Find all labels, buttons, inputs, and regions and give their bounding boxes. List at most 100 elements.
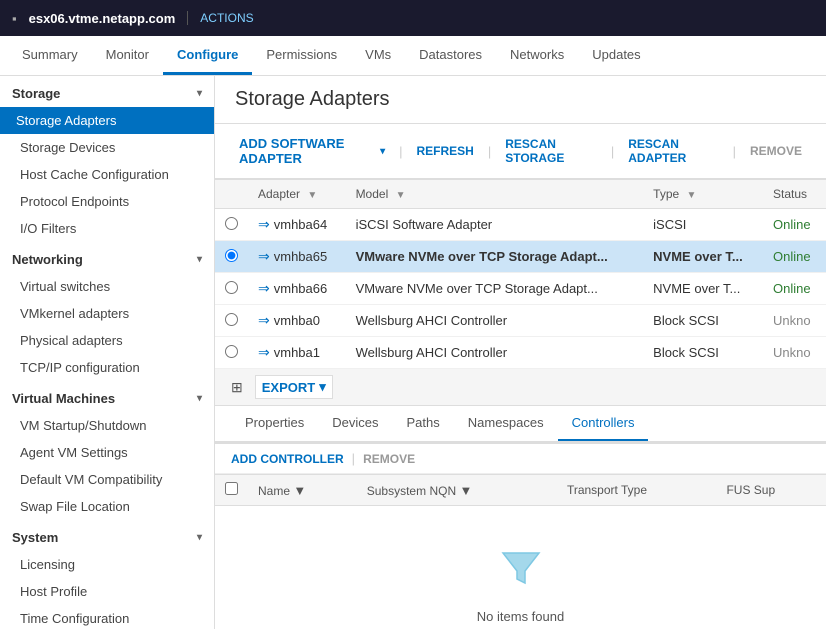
- type-cell: Block SCSI: [643, 337, 763, 369]
- status-cell: Unkno: [763, 305, 826, 337]
- tab-summary[interactable]: Summary: [8, 37, 92, 75]
- refresh-button[interactable]: REFRESH: [409, 140, 482, 162]
- chevron-icon: ▾: [197, 254, 202, 265]
- rescan-storage-button[interactable]: RESCAN STORAGE: [497, 133, 605, 169]
- host-icon: ▪: [12, 11, 17, 26]
- export-arrow-icon: ▾: [319, 379, 326, 395]
- sidebar-section-storage[interactable]: Storage ▾: [0, 76, 214, 107]
- sidebar-item-vmkernel-adapters[interactable]: VMkernel adapters: [0, 300, 214, 327]
- section-label: Virtual Machines: [12, 391, 115, 406]
- sep: |: [352, 451, 355, 466]
- controllers-table-header: Name ▼ Subsystem NQN ▼ Transport Type FU…: [215, 475, 826, 506]
- sub-tab-controllers[interactable]: Controllers: [558, 406, 649, 441]
- adapter-cell: ⇒ vmhba65: [248, 241, 346, 273]
- sidebar-item-agent-vm-settings[interactable]: Agent VM Settings: [0, 439, 214, 466]
- table-row[interactable]: ⇒ vmhba0Wellsburg AHCI ControllerBlock S…: [215, 305, 826, 337]
- adapters-table-body: ⇒ vmhba64iSCSI Software AdapteriSCSIOnli…: [215, 209, 826, 369]
- tab-vms[interactable]: VMs: [351, 37, 405, 75]
- table-row[interactable]: ⇒ vmhba65VMware NVMe over TCP Storage Ad…: [215, 241, 826, 273]
- tab-monitor[interactable]: Monitor: [92, 37, 163, 75]
- controllers-table-body: No items found: [215, 506, 826, 629]
- tab-networks[interactable]: Networks: [496, 37, 578, 75]
- table-row[interactable]: ⇒ vmhba66VMware NVMe over TCP Storage Ad…: [215, 273, 826, 305]
- dropdown-arrow-icon: ▾: [380, 146, 385, 157]
- export-button[interactable]: EXPORT ▾: [255, 375, 333, 399]
- add-controller-button[interactable]: ADD CONTROLLER: [231, 452, 344, 466]
- adapter-cell: ⇒ vmhba0: [248, 305, 346, 337]
- hba-icon: ⇒: [258, 312, 270, 329]
- sidebar-item-tcp/ip-configuration[interactable]: TCP/IP configuration: [0, 354, 214, 381]
- chevron-icon: ▾: [197, 393, 202, 404]
- actions-button[interactable]: ACTIONS: [187, 11, 253, 25]
- page-title: Storage Adapters: [215, 76, 826, 124]
- sidebar-item-virtual-switches[interactable]: Virtual switches: [0, 273, 214, 300]
- type-cell: Block SCSI: [643, 305, 763, 337]
- sidebar-item-storage-adapters[interactable]: Storage Adapters: [0, 107, 214, 134]
- empty-text: No items found: [477, 609, 564, 624]
- adapter-radio[interactable]: [225, 217, 238, 230]
- ctrl-name-col: Name ▼: [248, 475, 357, 506]
- hba-icon: ⇒: [258, 344, 270, 361]
- model-col-header: Model ▼: [346, 180, 644, 209]
- sidebar: Storage▾Storage AdaptersStorage DevicesH…: [0, 76, 215, 629]
- remove-controller-button[interactable]: REMOVE: [363, 452, 415, 466]
- sidebar-item-host-profile[interactable]: Host Profile: [0, 578, 214, 605]
- rescan-adapter-button[interactable]: RESCAN ADAPTER: [620, 133, 726, 169]
- table-icon: ⊞: [231, 379, 243, 396]
- sub-tab-bar: PropertiesDevicesPathsNamespacesControll…: [215, 406, 826, 442]
- type-cell: NVME over T...: [643, 273, 763, 305]
- hba-icon: ⇒: [258, 280, 270, 297]
- sub-tab-namespaces[interactable]: Namespaces: [454, 406, 558, 441]
- model-cell: Wellsburg AHCI Controller: [346, 337, 644, 369]
- remove-button[interactable]: REMOVE: [742, 140, 810, 162]
- add-software-adapter-button[interactable]: ADD SOFTWARE ADAPTER ▾: [231, 132, 393, 170]
- filter-icon: ▼: [293, 483, 306, 498]
- section-label: Storage: [12, 86, 60, 101]
- tab-datastores[interactable]: Datastores: [405, 37, 496, 75]
- separator: |: [611, 144, 614, 159]
- sidebar-item-swap-file-location[interactable]: Swap File Location: [0, 493, 214, 520]
- separator: |: [488, 144, 491, 159]
- main-content: Storage Adapters ADD SOFTWARE ADAPTER ▾ …: [215, 76, 826, 629]
- sidebar-section-virtual-machines[interactable]: Virtual Machines ▾: [0, 381, 214, 412]
- select-all-checkbox[interactable]: [225, 482, 238, 495]
- adapters-table-container: Adapter ▼ Model ▼ Type ▼ Status ⇒ vmhba6…: [215, 179, 826, 369]
- adapter-icon: ⇒ vmhba65: [258, 248, 327, 265]
- sidebar-item-time-configuration[interactable]: Time Configuration: [0, 605, 214, 629]
- sidebar-item-protocol-endpoints[interactable]: Protocol Endpoints: [0, 188, 214, 215]
- filter-icon: ▼: [396, 190, 406, 201]
- sidebar-item-licensing[interactable]: Licensing: [0, 551, 214, 578]
- section-label: System: [12, 530, 58, 545]
- sub-tab-paths[interactable]: Paths: [393, 406, 454, 441]
- table-row[interactable]: ⇒ vmhba1Wellsburg AHCI ControllerBlock S…: [215, 337, 826, 369]
- adapter-radio[interactable]: [225, 313, 238, 326]
- sidebar-section-system[interactable]: System▾: [0, 520, 214, 551]
- sidebar-section-networking[interactable]: Networking▾: [0, 242, 214, 273]
- sub-tab-devices[interactable]: Devices: [318, 406, 392, 441]
- table-row[interactable]: ⇒ vmhba64iSCSI Software AdapteriSCSIOnli…: [215, 209, 826, 241]
- empty-state-cell: No items found: [215, 506, 826, 629]
- filter-icon: ▼: [459, 483, 472, 498]
- tab-updates[interactable]: Updates: [578, 37, 654, 75]
- sidebar-item-default-vm-compatibility[interactable]: Default VM Compatibility: [0, 466, 214, 493]
- adapter-radio[interactable]: [225, 345, 238, 358]
- sidebar-item-storage-devices[interactable]: Storage Devices: [0, 134, 214, 161]
- sidebar-item-physical-adapters[interactable]: Physical adapters: [0, 327, 214, 354]
- status-cell: Online: [763, 209, 826, 241]
- sidebar-item-vm-startup/shutdown[interactable]: VM Startup/Shutdown: [0, 412, 214, 439]
- chevron-icon: ▾: [197, 88, 202, 99]
- adapter-radio[interactable]: [225, 281, 238, 294]
- ctrl-check-col: [215, 475, 248, 506]
- tab-permissions[interactable]: Permissions: [252, 37, 351, 75]
- sidebar-item-host-cache-configuration[interactable]: Host Cache Configuration: [0, 161, 214, 188]
- sub-tab-properties[interactable]: Properties: [231, 406, 318, 441]
- action-toolbar: ADD SOFTWARE ADAPTER ▾ | REFRESH | RESCA…: [215, 124, 826, 179]
- separator: |: [733, 144, 736, 159]
- row-radio-cell: [215, 305, 248, 337]
- filter-icon: ▼: [687, 190, 697, 201]
- adapter-radio[interactable]: [225, 249, 238, 262]
- top-bar: ▪ esx06.vtme.netapp.com ACTIONS: [0, 0, 826, 36]
- sidebar-item-i/o-filters[interactable]: I/O Filters: [0, 215, 214, 242]
- tab-configure[interactable]: Configure: [163, 37, 252, 75]
- main-layout: Storage▾Storage AdaptersStorage DevicesH…: [0, 76, 826, 629]
